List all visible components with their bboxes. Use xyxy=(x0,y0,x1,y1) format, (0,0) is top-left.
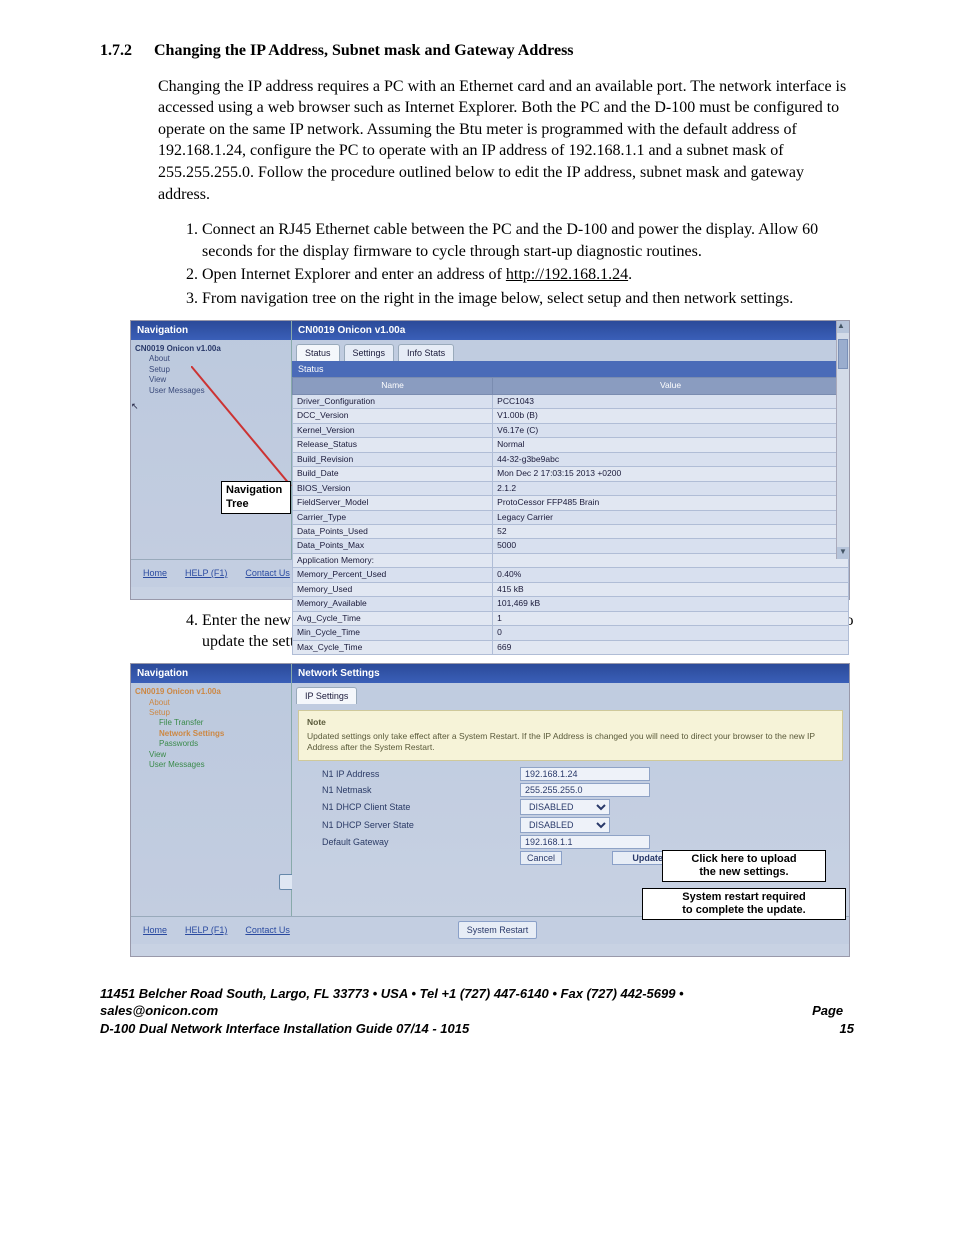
content-title: CN0019 Onicon v1.00a xyxy=(292,321,849,341)
status-label: Status xyxy=(298,363,324,375)
table-row: Data_Points_Used52 xyxy=(293,525,849,539)
nav-tree-label: Navigation Tree xyxy=(221,481,291,515)
page-footer: 11451 Belcher Road South, Largo, FL 3377… xyxy=(100,985,854,1038)
scroll-thumb[interactable] xyxy=(838,339,848,369)
table-row: Memory_Available101,469 kB xyxy=(293,597,849,611)
tab-settings[interactable]: Settings xyxy=(344,344,395,361)
table-row: FieldServer_ModelProtoCessor FFP485 Brai… xyxy=(293,496,849,510)
t2-usermsg[interactable]: User Messages xyxy=(149,760,287,770)
tree-root-2[interactable]: CN0019 Onicon v1.00a xyxy=(135,687,287,697)
t2-passwords[interactable]: Passwords xyxy=(159,739,287,749)
t2-setup[interactable]: Setup xyxy=(149,708,287,718)
nav-title: Navigation xyxy=(131,321,291,341)
steps-list: Connect an RJ45 Ethernet cable between t… xyxy=(180,219,854,309)
status-table: Name Value Driver_ConfigurationPCC1043DC… xyxy=(292,377,849,655)
dhcp-server-label: N1 DHCP Server State xyxy=(322,819,512,831)
tab-status[interactable]: Status xyxy=(296,344,340,361)
section-number: 1.7.2 xyxy=(100,40,150,62)
callout-upload: Click here to upload the new settings. xyxy=(662,850,826,882)
t2-view[interactable]: View xyxy=(149,750,287,760)
table-row: Build_DateMon Dec 2 17:03:15 2013 +0200 xyxy=(293,467,849,481)
ip-label: N1 IP Address xyxy=(322,768,512,780)
footer-page-num: 15 xyxy=(840,1021,854,1036)
table-row: Application Memory: xyxy=(293,553,849,567)
scrollbar[interactable]: ▲ ▼ xyxy=(836,321,849,559)
step-3: From navigation tree on the right in the… xyxy=(202,288,854,310)
nav-title-2: Navigation xyxy=(131,664,291,684)
table-row: Build_Revision44-32-g3be9abc xyxy=(293,452,849,466)
footer2-help[interactable]: HELP (F1) xyxy=(179,922,233,938)
step-2-link[interactable]: http://192.168.1.24 xyxy=(506,266,628,283)
nav-pane: Navigation CN0019 Onicon v1.00a About Se… xyxy=(131,321,292,559)
content-pane: CN0019 Onicon v1.00a Status Settings Inf… xyxy=(292,321,849,559)
table-row: Driver_ConfigurationPCC1043 xyxy=(293,394,849,408)
table-row: Kernel_VersionV6.17e (C) xyxy=(293,423,849,437)
scroll-down-icon[interactable]: ▼ xyxy=(837,547,849,559)
note-box: Note Updated settings only take effect a… xyxy=(298,710,843,760)
note-body: Updated settings only take effect after … xyxy=(307,731,815,752)
gw-input[interactable] xyxy=(520,835,650,849)
tab-ipsettings[interactable]: IP Settings xyxy=(296,687,357,704)
col-value: Value xyxy=(493,378,849,394)
tab-info[interactable]: Info Stats xyxy=(398,344,454,361)
dhcp-client-label: N1 DHCP Client State xyxy=(322,801,512,813)
gw-label: Default Gateway xyxy=(322,836,512,848)
table-row: Avg_Cycle_Time1 xyxy=(293,611,849,625)
ip-input[interactable] xyxy=(520,767,650,781)
tree-about[interactable]: About xyxy=(149,354,287,364)
dhcp-server-select[interactable]: DISABLED xyxy=(520,817,610,833)
footer-home[interactable]: Home xyxy=(137,565,173,581)
t2-filetransfer[interactable]: File Transfer xyxy=(159,718,287,728)
scroll-up-icon[interactable]: ▲ xyxy=(837,321,849,333)
cancel-button[interactable]: Cancel xyxy=(520,851,562,865)
table-row: Memory_Percent_Used0.40% xyxy=(293,568,849,582)
step-2: Open Internet Explorer and enter an addr… xyxy=(202,264,854,286)
note-title: Note xyxy=(307,717,834,728)
screenshot-1: Navigation CN0019 Onicon v1.00a About Se… xyxy=(130,320,850,600)
footer2-home[interactable]: Home xyxy=(137,922,173,938)
footer2-contact[interactable]: Contact Us xyxy=(239,922,296,938)
table-row: BIOS_Version2.1.2 xyxy=(293,481,849,495)
cursor-icon: ↖ xyxy=(131,401,139,411)
content-pane-2: Network Settings IP Settings Note Update… xyxy=(292,664,849,916)
arrow-graphic xyxy=(191,366,301,496)
content-title-2: Network Settings xyxy=(292,664,849,684)
footer-address: 11451 Belcher Road South, Largo, FL 3377… xyxy=(100,985,795,1020)
footer-help[interactable]: HELP (F1) xyxy=(179,565,233,581)
table-row: Max_Cycle_Time669 xyxy=(293,640,849,654)
table-row: Release_StatusNormal xyxy=(293,438,849,452)
section-title: Changing the IP Address, Subnet mask and… xyxy=(154,42,574,59)
t2-network[interactable]: Network Settings xyxy=(159,729,287,739)
footer-doc-title: D-100 Dual Network Interface Installatio… xyxy=(100,1020,795,1038)
intro-paragraph: Changing the IP address requires a PC wi… xyxy=(158,76,854,206)
t2-about[interactable]: About xyxy=(149,698,287,708)
screenshot-2: Navigation CN0019 Onicon v1.00a About Se… xyxy=(130,663,850,957)
nav-pane-2: Navigation CN0019 Onicon v1.00a About Se… xyxy=(131,664,292,916)
col-name: Name xyxy=(293,378,493,394)
table-row: Min_Cycle_Time0 xyxy=(293,626,849,640)
tree-root[interactable]: CN0019 Onicon v1.00a xyxy=(135,344,287,354)
table-row: Memory_Used415 kB xyxy=(293,582,849,596)
step-1: Connect an RJ45 Ethernet cable between t… xyxy=(202,219,854,262)
mask-label: N1 Netmask xyxy=(322,784,512,796)
callout-restart: System restart required to complete the … xyxy=(642,888,846,920)
dhcp-client-select[interactable]: DISABLED xyxy=(520,799,610,815)
table-row: DCC_VersionV1.00b (B) xyxy=(293,409,849,423)
table-row: Data_Points_Max5000 xyxy=(293,539,849,553)
footer-contact[interactable]: Contact Us xyxy=(239,565,296,581)
mask-input[interactable] xyxy=(520,783,650,797)
footer-page-label: Page xyxy=(812,1003,843,1018)
section-heading: 1.7.2 Changing the IP Address, Subnet ma… xyxy=(100,40,854,62)
table-row: Carrier_TypeLegacy Carrier xyxy=(293,510,849,524)
system-restart-button-2[interactable]: System Restart xyxy=(458,921,538,939)
